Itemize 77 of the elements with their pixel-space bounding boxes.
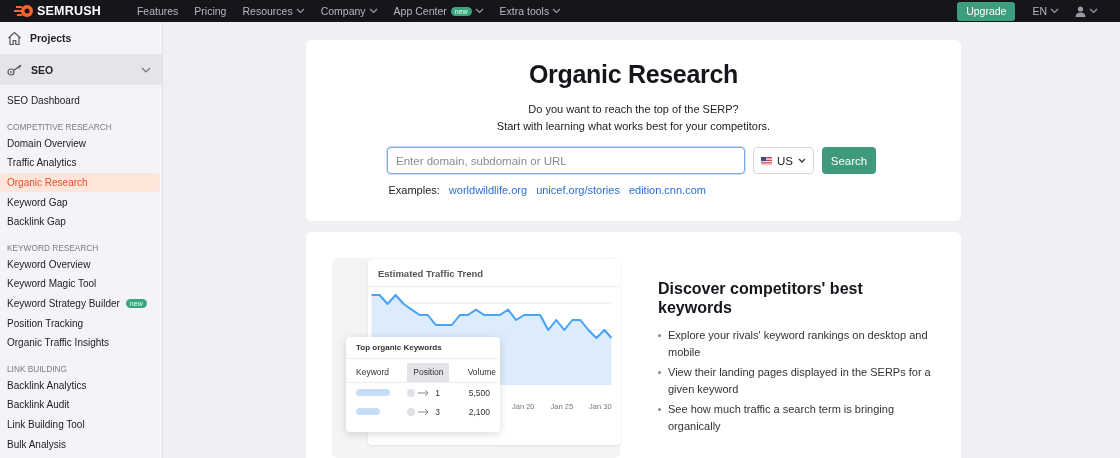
popup-title: Top organic Keywords	[346, 337, 500, 359]
example-link[interactable]: worldwildlife.org	[448, 184, 528, 196]
sidebar-item-label: Keyword Overview	[7, 258, 91, 270]
section-heading: KEYWORD RESEARCH	[6, 241, 100, 255]
keyword-placeholder-bar	[356, 408, 380, 415]
sidebar-item-label: Domain Overview	[7, 137, 86, 149]
bullet-text: Explore your rivals' keyword rankings on desktop and mobile	[668, 328, 929, 360]
logo-icon	[14, 4, 34, 18]
chevron-down-icon	[798, 158, 806, 163]
sidebar-item-label: Traffic Analytics	[7, 157, 77, 169]
nav-link[interactable]: Extra tools	[499, 5, 550, 17]
sidebar-item-label: Organic Traffic Insights	[7, 337, 110, 349]
sidebar-item-label: Backlink Gap	[7, 216, 66, 228]
position-value: 1	[435, 387, 442, 398]
nav-link[interactable]: Features	[136, 5, 179, 17]
bullet-dot-icon	[658, 334, 661, 337]
sidebar-item[interactable]: Position Tracking	[0, 313, 160, 333]
chevron-down-icon	[1050, 8, 1059, 14]
sidebar-item[interactable]: Backlink Gap	[0, 211, 160, 232]
sidebar-item-label: Keyword Strategy Builder	[7, 298, 120, 310]
sidebar-item-label: Backlink Analytics	[7, 379, 87, 391]
domain-input-field[interactable]: Enter domain, subdomain or URL	[387, 147, 745, 174]
section-heading: COMPETITIVE RESEARCH	[6, 120, 113, 134]
sidebar-item-label: Backlink Audit	[7, 399, 70, 411]
nav-link[interactable]: App Center	[393, 5, 447, 17]
subtitle-text: Do you want to reach the top of the SERP?	[528, 102, 739, 117]
nav-link[interactable]: Company	[320, 5, 366, 17]
home-icon	[7, 30, 22, 46]
user-icon[interactable]	[1075, 5, 1086, 17]
sidebar-item-label: Bulk Analysis	[7, 438, 66, 450]
example-link[interactable]: edition.cnn.com	[628, 184, 706, 196]
sidebar-item[interactable]: Keyword Overview	[0, 254, 160, 275]
sidebar-item[interactable]: Backlink Audit	[0, 395, 160, 415]
sidebar-item[interactable]: Traffic Analytics	[0, 153, 160, 173]
chart-title: Estimated Traffic Trend	[368, 259, 620, 287]
projects-link[interactable]: Projects	[30, 32, 72, 44]
examples-label: Examples:	[388, 184, 440, 196]
logo-text[interactable]: SEMRUSH	[37, 4, 101, 18]
sidebar-item[interactable]: Domain Overview	[0, 133, 160, 154]
sidebar-item-label: SEO Dashboard	[7, 95, 80, 107]
promo-heading: Discover competitors' best keywords	[658, 279, 864, 317]
sidebar-item[interactable]: Keyword Gap	[0, 192, 160, 212]
sidebar-item-label: Keyword Gap	[7, 196, 68, 208]
sidebar-item-label: Position Tracking	[7, 317, 84, 329]
bullet-text: View their landing pages displayed in the SERPs for a given keyword	[668, 365, 932, 397]
country-select[interactable]: US	[753, 147, 814, 174]
bullet-text: See how much traffic a search term is bringing organically	[668, 402, 895, 434]
flag-icon	[761, 156, 772, 165]
example-link[interactable]: unicef.org/stories	[536, 184, 620, 196]
column-header: Position	[407, 363, 450, 382]
page-title: Organic Research	[528, 60, 739, 89]
column-header: Volume	[467, 366, 496, 379]
key-icon	[7, 63, 23, 76]
bullet-dot-icon	[658, 371, 661, 374]
subtitle-text: Start with learning what works best for your competitors.	[496, 119, 771, 134]
chevron-icon[interactable]	[141, 66, 151, 73]
nav-link[interactable]: Resources	[242, 5, 293, 17]
sidebar-item-label: Organic Research	[7, 177, 88, 189]
keyword-placeholder-bar	[356, 389, 390, 396]
language-menu[interactable]: EN	[1032, 5, 1047, 17]
sidebar-item-label: Link Building Tool	[7, 419, 85, 430]
nav-link[interactable]: Pricing	[194, 5, 227, 17]
sidebar-item[interactable]: Organic Traffic Insights	[0, 332, 160, 353]
section-heading: LINK BUILDING	[6, 362, 68, 376]
position-value: 3	[435, 406, 442, 417]
sidebar-item-label: Keyword Magic Tool	[7, 278, 97, 290]
sidebar-item[interactable]: Bulk Analysis	[0, 434, 160, 454]
seo-section[interactable]: SEO	[31, 63, 54, 76]
bullet-dot-icon	[658, 408, 661, 411]
column-header: Keyword	[356, 366, 390, 379]
chevron-down-icon	[1089, 8, 1098, 14]
volume-value: 2,100	[468, 406, 490, 417]
volume-value: 5,500	[468, 387, 490, 398]
sidebar-item[interactable]: Keyword Magic Tool	[0, 274, 160, 294]
sidebar-item[interactable]: Link Building Tool	[0, 414, 160, 435]
sidebar-item[interactable]: Backlink Analytics	[0, 375, 160, 396]
sidebar-item[interactable]: SEO Dashboard	[0, 91, 160, 111]
